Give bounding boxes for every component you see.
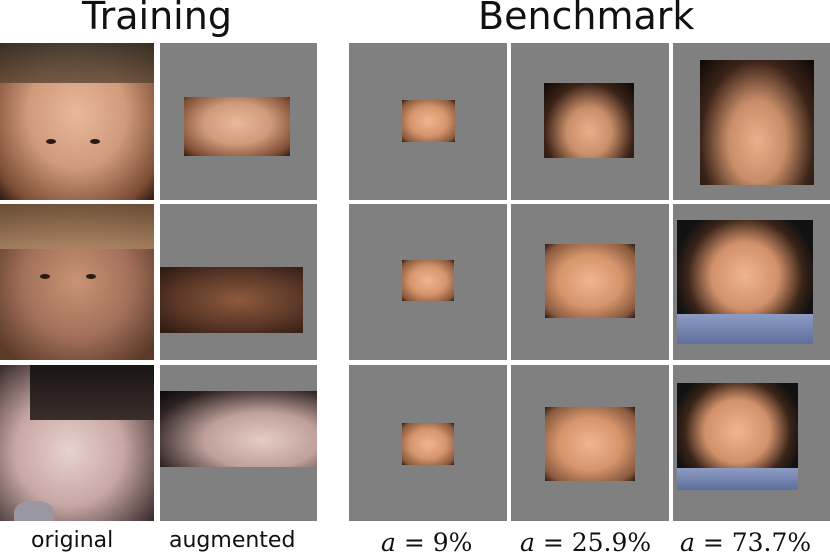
benchmark-25-row1 [511,43,669,200]
benchmark-9-row1 [349,43,507,200]
benchmark-heading: Benchmark [478,0,695,38]
caption-augmented: augmented [169,528,296,553]
benchmark-25-row2 [511,204,669,360]
original-face-1 [0,43,154,200]
benchmark-9-row2 [349,204,507,360]
augmented-cell-2 [160,204,317,360]
augmented-cell-1 [160,43,317,200]
label-a-73-7: a = 73.7% [680,528,812,557]
original-face-2 [0,204,154,360]
augmented-cell-3 [160,365,317,521]
label-a-25-9: a = 25.9% [520,528,652,557]
benchmark-73-row2 [673,204,830,360]
augmented-crop-2 [160,267,303,333]
original-face-3 [0,365,154,521]
training-heading: Training [82,0,232,38]
caption-original: original [31,528,114,553]
augmented-crop-3 [160,391,317,467]
benchmark-25-row3 [511,365,669,521]
benchmark-9-row3 [349,365,507,521]
label-a-9: a = 9% [381,528,473,557]
benchmark-73-row1 [673,43,830,200]
benchmark-73-row3 [673,365,830,521]
augmented-crop-1 [184,97,290,156]
